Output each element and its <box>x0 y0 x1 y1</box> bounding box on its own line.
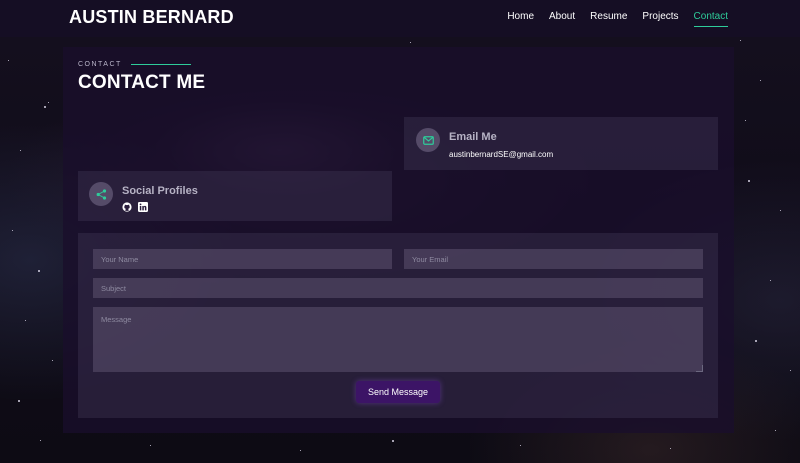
nav-home[interactable]: Home <box>507 11 534 22</box>
resize-handle-icon[interactable] <box>696 365 703 372</box>
email-address[interactable]: austinbernardSE@gmail.com <box>449 150 553 159</box>
nav-projects[interactable]: Projects <box>642 11 678 22</box>
nav-contact[interactable]: Contact <box>693 11 729 27</box>
section-title: CONTACT ME <box>78 72 206 93</box>
contact-section: CONTACT CONTACT ME Email Me austinbernar… <box>63 47 734 433</box>
social-card-title: Social Profiles <box>122 185 198 197</box>
email-input[interactable] <box>404 249 703 269</box>
contact-form: Send Message <box>78 233 718 418</box>
section-subtitle-text: CONTACT <box>78 61 122 68</box>
linkedin-icon[interactable] <box>138 202 148 212</box>
site-header: AUSTIN BERNARD Home About Resume Project… <box>0 0 800 37</box>
social-links <box>122 202 148 212</box>
site-logo[interactable]: AUSTIN BERNARD <box>69 7 234 28</box>
message-textarea[interactable] <box>93 307 703 372</box>
main-nav: Home About Resume Projects Contact <box>507 11 729 27</box>
envelope-icon <box>416 128 440 152</box>
nav-resume[interactable]: Resume <box>590 11 627 22</box>
section-subtitle: CONTACT <box>78 61 191 68</box>
share-icon <box>89 182 113 206</box>
nav-about[interactable]: About <box>549 11 575 22</box>
name-input[interactable] <box>93 249 392 269</box>
subject-input[interactable] <box>93 278 703 298</box>
subtitle-underline <box>130 64 191 65</box>
email-card: Email Me austinbernardSE@gmail.com <box>404 117 718 170</box>
social-profiles-card: Social Profiles <box>78 171 392 221</box>
github-icon[interactable] <box>122 202 132 212</box>
send-message-button[interactable]: Send Message <box>356 381 440 403</box>
email-card-title: Email Me <box>449 131 497 143</box>
